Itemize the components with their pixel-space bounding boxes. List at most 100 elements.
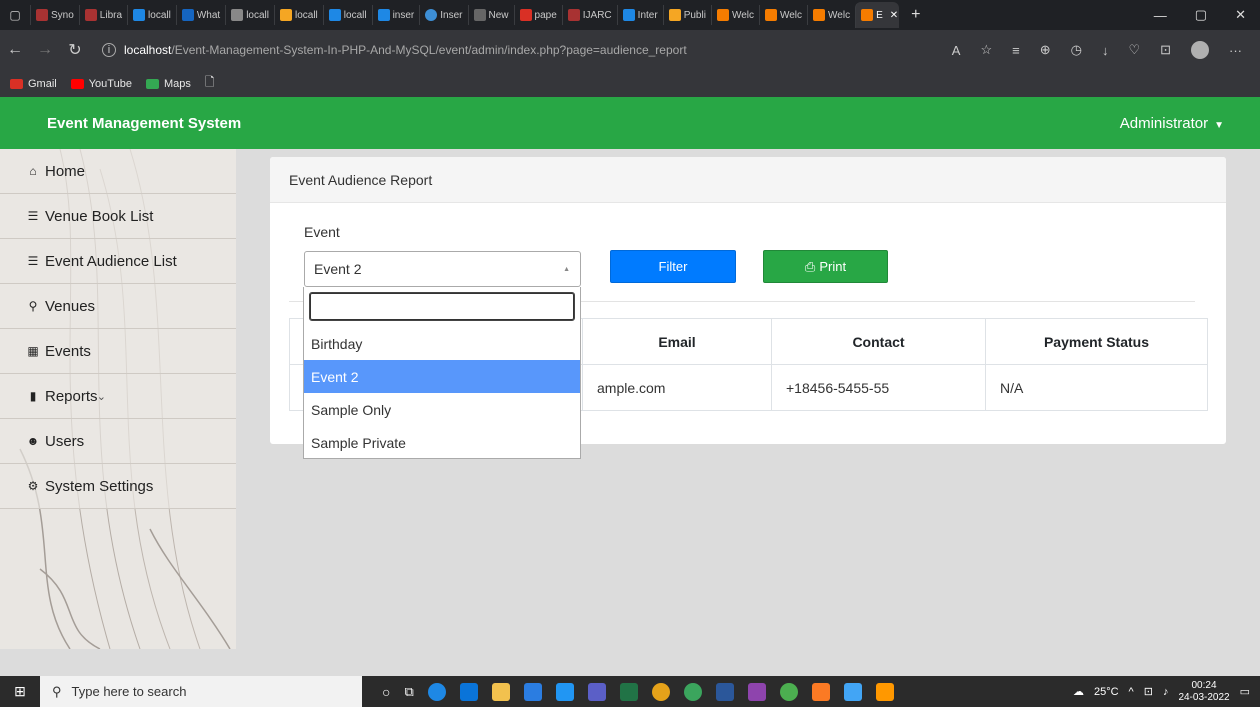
browser-tab[interactable]: IJARC <box>561 5 617 25</box>
close-tab-icon[interactable]: ✕ <box>890 10 898 21</box>
browser-tab[interactable]: New <box>467 5 514 25</box>
download-icon[interactable]: ↓ <box>1102 43 1109 58</box>
sidebar-item-reports[interactable]: ▮ Reports ⌄ <box>0 374 236 419</box>
sidebar-item-events[interactable]: ▦ Events <box>0 329 236 374</box>
filter-button[interactable]: Filter <box>610 250 736 283</box>
table-cell-contact: +18456-5455-55 <box>771 364 986 411</box>
browser-tab[interactable]: pape <box>513 5 562 25</box>
dropdown-option[interactable]: Sample Private <box>304 426 580 459</box>
chevron-up-icon[interactable]: ^ <box>1129 686 1134 698</box>
clock-date: 24-03-2022 <box>1178 691 1230 703</box>
bookmark-youtube[interactable]: YouTube <box>70 78 132 90</box>
browser-tab[interactable]: Publi <box>662 5 711 25</box>
card-title: Event Audience Report <box>270 157 1226 203</box>
dropdown-option[interactable]: Birthday <box>304 327 580 360</box>
bookmark-page[interactable]: 🗋 <box>205 73 215 94</box>
chrome-profile-icon[interactable] <box>683 682 702 701</box>
chrome-icon[interactable] <box>651 682 670 701</box>
tab-actions-icon[interactable]: ▢ <box>0 0 30 30</box>
browser-tab[interactable]: Welc <box>807 5 855 25</box>
app-icon[interactable] <box>843 682 862 701</box>
screenshot-icon[interactable]: ⊡ <box>1160 42 1171 58</box>
sidebar-item-event-audience-list[interactable]: ☰ Event Audience List <box>0 239 236 284</box>
event-select[interactable]: Event 2 ▲ <box>304 251 581 287</box>
info-icon[interactable]: i <box>102 43 116 57</box>
maps-icon <box>145 78 159 89</box>
browser-tab[interactable]: inser <box>371 5 420 25</box>
browser-tab[interactable]: locall <box>127 5 176 25</box>
close-window-icon[interactable]: ✕ <box>1235 7 1246 23</box>
favorite-icon[interactable]: ☆ <box>980 42 992 58</box>
volume-icon[interactable]: ♪ <box>1163 686 1169 698</box>
minimize-icon[interactable]: — <box>1154 8 1167 23</box>
mail-icon[interactable] <box>555 682 574 701</box>
taskbar-search-placeholder: Type here to search <box>71 684 187 699</box>
browser-tab[interactable]: Inser <box>419 5 467 25</box>
teams-icon[interactable] <box>587 682 606 701</box>
browser-tab[interactable]: Welc <box>710 5 759 25</box>
notification-icon[interactable]: ▭ <box>1240 685 1250 698</box>
refresh-icon[interactable]: ↻ <box>60 40 90 60</box>
browser-tab[interactable]: Libra <box>78 5 127 25</box>
new-tab-icon[interactable]: + <box>911 6 920 24</box>
bookmark-maps[interactable]: Maps <box>145 78 191 90</box>
dropdown-option-highlighted[interactable]: Event 2 <box>304 360 580 393</box>
event-label: Event <box>304 224 340 240</box>
tab-favicon <box>519 9 532 21</box>
network-icon[interactable]: ⊡ <box>1144 685 1153 698</box>
app-brand[interactable]: Event Management System <box>0 115 241 132</box>
task-view-icon[interactable]: ⧉ <box>404 684 413 700</box>
address-bar-row: ← → ↻ i localhost/Event-Management-Syste… <box>0 30 1260 70</box>
browser-tab[interactable]: locall <box>225 5 274 25</box>
read-aloud-icon[interactable]: A <box>952 43 961 58</box>
sidebar-item-home[interactable]: ⌂ Home <box>0 149 236 194</box>
chrome-alt-icon[interactable] <box>779 682 798 701</box>
forward-icon[interactable]: → <box>30 41 60 59</box>
sublime-icon[interactable] <box>875 682 894 701</box>
favorites-list-icon[interactable]: ≡ <box>1012 43 1020 58</box>
health-icon[interactable]: ♡ <box>1128 42 1140 58</box>
browser-tab[interactable]: What <box>175 5 225 25</box>
photoshop-icon[interactable] <box>523 682 542 701</box>
sidebar-item-users[interactable]: ☻ Users <box>0 419 236 464</box>
browser-tab[interactable]: locall <box>322 5 372 25</box>
word-icon[interactable] <box>715 682 734 701</box>
dropdown-search-input[interactable] <box>309 292 575 321</box>
edge-icon[interactable] <box>427 682 446 701</box>
print-button[interactable]: ⎙ Print <box>763 250 888 283</box>
browser-tab[interactable]: locall <box>273 5 323 25</box>
restore-icon[interactable]: ▢ <box>1195 7 1207 23</box>
tab-favicon <box>668 9 681 21</box>
dropdown-option[interactable]: Sample Only <box>304 393 580 426</box>
calendar-icon: ▦ <box>27 344 39 358</box>
browser-tab[interactable]: Welc <box>758 5 807 25</box>
xampp-icon[interactable] <box>811 682 830 701</box>
browser-tab-active[interactable]: E ✕ <box>855 2 900 28</box>
history-icon[interactable]: ◷ <box>1071 42 1082 58</box>
winrar-icon[interactable] <box>747 682 766 701</box>
taskbar-search[interactable]: ⚲ Type here to search <box>40 676 362 707</box>
sidebar-item-system-settings[interactable]: ⚙ System Settings <box>0 464 236 509</box>
more-icon[interactable]: ··· <box>1229 43 1242 58</box>
profile-avatar[interactable] <box>1191 41 1209 59</box>
file-explorer-icon[interactable] <box>491 682 510 701</box>
column-header-contact: Contact <box>771 318 986 365</box>
sidebar-item-venue-book-list[interactable]: ☰ Venue Book List <box>0 194 236 239</box>
user-menu[interactable]: Administrator ▼ <box>1120 115 1260 132</box>
back-icon[interactable]: ← <box>0 41 30 59</box>
gmail-icon <box>10 78 23 89</box>
weather-temp[interactable]: 25°C <box>1094 686 1119 698</box>
browser-tab[interactable]: Inter <box>616 5 663 25</box>
browser-tab[interactable]: Syno <box>30 5 79 25</box>
collections-icon[interactable]: ⊕ <box>1040 42 1051 58</box>
cortana-icon[interactable]: ○ <box>382 684 390 700</box>
tab-favicon <box>425 9 438 21</box>
excel-icon[interactable] <box>619 682 638 701</box>
bookmark-gmail[interactable]: Gmail <box>10 78 57 90</box>
url-field[interactable]: i localhost/Event-Management-System-In-P… <box>102 43 952 57</box>
store-icon[interactable] <box>459 682 478 701</box>
taskbar-apps: ○ ⧉ <box>382 682 894 701</box>
clock[interactable]: 00:24 24-03-2022 <box>1178 680 1229 704</box>
sidebar-item-venues[interactable]: ⚲ Venues <box>0 284 236 329</box>
windows-start-icon[interactable]: ⊞ <box>0 683 40 700</box>
